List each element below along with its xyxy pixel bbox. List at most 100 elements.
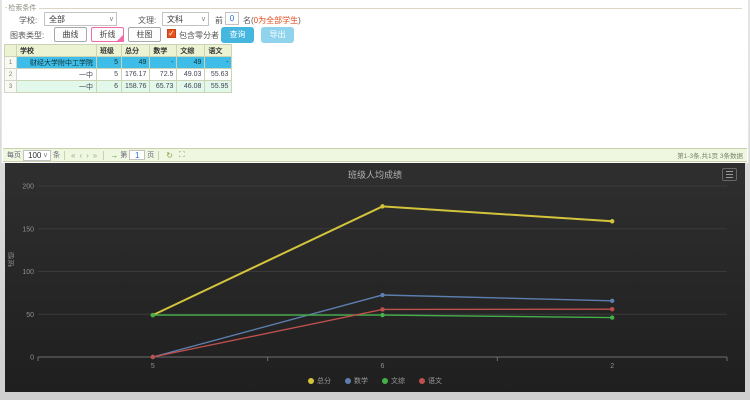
chart-type-line-button[interactable]: 折线 xyxy=(91,27,124,42)
col-zongfen[interactable]: 总分 xyxy=(122,45,150,57)
yuwen-cell: - xyxy=(205,57,232,69)
col-shuxue[interactable]: 数学 xyxy=(150,45,177,57)
chevron-down-icon: ∨ xyxy=(109,15,114,23)
school-select-value: 全部 xyxy=(49,14,65,25)
divider xyxy=(158,151,159,160)
rownum-cell: 3 xyxy=(5,81,17,93)
svg-text:150: 150 xyxy=(22,226,34,233)
top-n-hint: 0为全部学生 xyxy=(254,16,298,25)
wenzong-cell: 49.03 xyxy=(177,69,205,81)
chart-type-label: 图表类型: xyxy=(10,30,44,41)
zongfen-cell: 176.17 xyxy=(122,69,150,81)
chart-legend: 总分 数学 文综 语文 xyxy=(5,376,745,386)
top-n-input[interactable] xyxy=(225,12,239,25)
legend-item[interactable]: 总分 xyxy=(308,376,331,386)
legend-label: 总分 xyxy=(317,376,331,386)
per-page-select[interactable]: 100 ∨ xyxy=(23,150,51,161)
results-table: 学校 班级 总分 数学 文综 语文 1 财经大学附中工学院 5 49 - 49 … xyxy=(4,44,232,93)
page-number-input[interactable] xyxy=(129,150,145,160)
chart-type-curve-button[interactable]: 曲线 xyxy=(54,27,87,42)
per-page-value: 100 xyxy=(28,151,41,160)
prev-page-icon[interactable]: ‹ xyxy=(79,151,82,160)
rownum-cell: 2 xyxy=(5,69,17,81)
legend-marker-icon xyxy=(382,378,388,384)
export-button[interactable]: 导出 xyxy=(261,27,294,43)
school-label: 学校: xyxy=(19,15,37,26)
wenli-label: 文理: xyxy=(138,15,156,26)
legend-item[interactable]: 语文 xyxy=(419,376,442,386)
legend-label: 语文 xyxy=(428,376,442,386)
per-page-label: 每页 xyxy=(7,150,21,160)
wenli-select[interactable]: 文科 ∨ xyxy=(162,12,209,26)
col-wenzong[interactable]: 文综 xyxy=(177,45,205,57)
col-school[interactable]: 学校 xyxy=(17,45,97,57)
search-conditions-label: 检索条件 xyxy=(8,3,36,13)
svg-text:50: 50 xyxy=(26,312,34,319)
top-n-label: 前 xyxy=(215,15,223,26)
top-n-suffix: 名(0为全部学生) xyxy=(243,15,301,26)
per-page-unit: 条 xyxy=(53,150,60,160)
banji-cell: 5 xyxy=(97,69,122,81)
svg-text:200: 200 xyxy=(22,184,34,191)
banji-cell: 5 xyxy=(97,57,122,69)
svg-text:0: 0 xyxy=(30,355,34,362)
shuxue-cell: 72.5 xyxy=(150,69,177,81)
yuwen-cell: 55.63 xyxy=(205,69,232,81)
rownum-cell: 1 xyxy=(5,57,17,69)
legend-marker-icon xyxy=(308,378,314,384)
school-cell: 一中 xyxy=(17,69,97,81)
page: - 检索条件 学校: 全部 ∨ 文理: 文科 ∨ 前 名(0为全部学生) 图表类… xyxy=(0,0,750,400)
col-banji[interactable]: 班级 xyxy=(97,45,122,57)
rownum-header xyxy=(5,45,17,57)
legend-item[interactable]: 数学 xyxy=(345,376,368,386)
pager-summary: 第1-3条,共1页 3条数据 xyxy=(677,150,743,160)
page-label-suffix: 页 xyxy=(147,150,154,160)
page-label-prefix: 第 xyxy=(120,150,127,160)
school-cell: 财经大学附中工学院 xyxy=(17,57,97,69)
chevron-down-icon: ∨ xyxy=(43,151,48,159)
legend-marker-icon xyxy=(419,378,425,384)
svg-text:5: 5 xyxy=(151,363,155,370)
table-row[interactable]: 3 一中 6 158.76 65.73 46.08 55.95 xyxy=(5,81,232,93)
chart-type-bar-button[interactable]: 柱图 xyxy=(128,27,161,42)
next-page-icon[interactable]: › xyxy=(86,151,89,160)
svg-text:2: 2 xyxy=(610,363,614,370)
collapse-dash-icon[interactable]: - xyxy=(5,5,7,12)
wenzong-cell: 46.08 xyxy=(177,81,205,93)
banji-cell: 6 xyxy=(97,81,122,93)
go-page-icon[interactable]: → xyxy=(110,151,118,160)
school-cell: 一中 xyxy=(17,81,97,93)
wenzong-cell: 49 xyxy=(177,57,205,69)
last-page-icon[interactable]: » xyxy=(93,151,97,160)
expand-icon[interactable]: ⛶ xyxy=(179,150,185,160)
search-panel: - 检索条件 学校: 全部 ∨ 文理: 文科 ∨ 前 名(0为全部学生) 图表类… xyxy=(1,0,749,163)
wenli-select-value: 文科 xyxy=(167,14,183,25)
refresh-icon[interactable]: ↻ xyxy=(166,151,173,160)
table-row[interactable]: 2 一中 5 176.17 72.5 49.03 55.63 xyxy=(5,69,232,81)
svg-text:100: 100 xyxy=(22,269,34,276)
chevron-down-icon: ∨ xyxy=(201,15,206,23)
yuwen-cell: 55.95 xyxy=(205,81,232,93)
legend-item[interactable]: 文综 xyxy=(382,376,405,386)
divider xyxy=(103,151,104,160)
school-select[interactable]: 全部 ∨ xyxy=(44,12,117,26)
legend-label: 数学 xyxy=(354,376,368,386)
divider xyxy=(64,151,65,160)
zongfen-cell: 49 xyxy=(122,57,150,69)
svg-text:6: 6 xyxy=(381,363,385,370)
pager-bar: 每页 100 ∨ 条 « ‹ › » → 第 页 ↻ ⛶ 第1-3条,共1页 3… xyxy=(3,148,747,162)
legend-marker-icon xyxy=(345,378,351,384)
col-yuwen[interactable]: 语文 xyxy=(205,45,232,57)
zongfen-cell: 158.76 xyxy=(122,81,150,93)
legend-label: 文综 xyxy=(391,376,405,386)
table-row[interactable]: 1 财经大学附中工学院 5 49 - 49 - xyxy=(5,57,232,69)
include-zero-checkbox[interactable]: ✓ xyxy=(167,29,176,38)
first-page-icon[interactable]: « xyxy=(71,151,75,160)
include-zero-label: 包含零分者 xyxy=(179,30,219,41)
table-header-row: 学校 班级 总分 数学 文综 语文 xyxy=(5,45,232,57)
shuxue-cell: - xyxy=(150,57,177,69)
class-average-chart: 班级人均成绩 成绩 050100150200562 总分 数学 文综 语文 xyxy=(5,163,745,392)
shuxue-cell: 65.73 xyxy=(150,81,177,93)
chart-plot-area: 0 50 100 150 200 5 6 2 xyxy=(5,163,745,392)
query-button[interactable]: 查询 xyxy=(221,27,254,43)
